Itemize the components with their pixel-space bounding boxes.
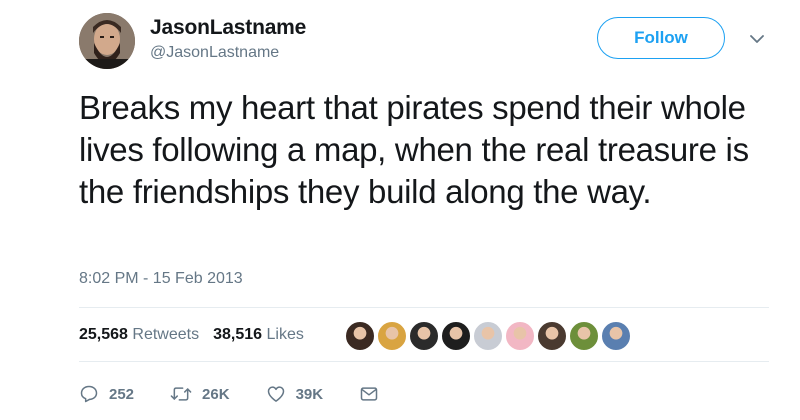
retweets-stat[interactable]: 25,568 Retweets: [79, 326, 199, 344]
direct-message-button[interactable]: [359, 384, 379, 404]
display-name[interactable]: JasonLastname: [150, 16, 306, 40]
avatar[interactable]: [79, 13, 135, 69]
reply-count: 252: [109, 385, 135, 403]
liker-avatar[interactable]: [409, 321, 439, 351]
liker-avatars: [345, 321, 633, 353]
likes-stat[interactable]: 38,516 Likes: [213, 326, 304, 344]
retweet-icon: [170, 387, 192, 401]
retweets-label: Retweets: [132, 326, 200, 343]
message-icon: [360, 387, 378, 401]
liker-avatar[interactable]: [569, 321, 599, 351]
divider: [79, 361, 769, 362]
liker-avatar[interactable]: [377, 321, 407, 351]
reply-icon: [80, 385, 98, 403]
liker-avatar[interactable]: [345, 321, 375, 351]
liker-avatar[interactable]: [537, 321, 567, 351]
chevron-down-icon[interactable]: [748, 30, 766, 48]
retweets-count: 25,568: [79, 326, 128, 343]
follow-button[interactable]: Follow: [597, 17, 725, 59]
liker-avatar[interactable]: [505, 321, 535, 351]
heart-icon: [267, 386, 284, 402]
like-count: 39K: [295, 385, 324, 403]
tweet-timestamp[interactable]: 8:02 PM - 15 Feb 2013: [79, 270, 243, 288]
liker-avatar[interactable]: [473, 321, 503, 351]
tweet-card: JasonLastname @JasonLastname Follow Brea…: [0, 0, 800, 420]
tweet-actions: 252 26K 39K: [79, 384, 415, 404]
liker-avatar[interactable]: [441, 321, 471, 351]
tweet-text: Breaks my heart that pirates spend their…: [79, 89, 749, 210]
engagement-stats: 25,568 Retweets 38,516 Likes: [79, 326, 304, 344]
user-handle[interactable]: @JasonLastname: [150, 44, 279, 62]
retweet-count: 26K: [202, 385, 230, 403]
avatar-image: [79, 13, 135, 69]
liker-avatar[interactable]: [601, 321, 631, 351]
likes-count: 38,516: [213, 326, 263, 343]
likes-label: Likes: [266, 326, 304, 343]
reply-button[interactable]: 252: [79, 384, 134, 404]
retweet-button[interactable]: 26K: [170, 384, 230, 404]
divider: [79, 307, 769, 308]
like-button[interactable]: 39K: [266, 384, 324, 404]
